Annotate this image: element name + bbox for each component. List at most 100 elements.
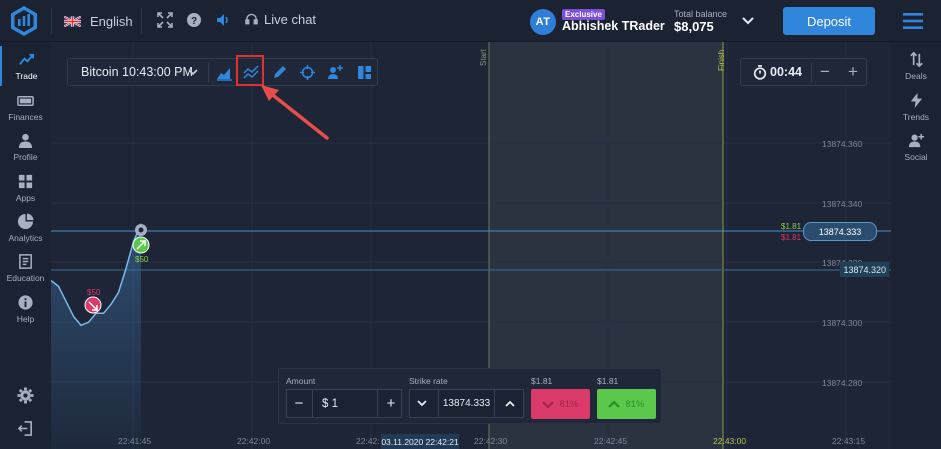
logo-icon[interactable] — [8, 5, 40, 37]
up-percent: 81% — [625, 398, 645, 410]
analytics-icon — [17, 213, 34, 230]
payout-down-label: $1.81 — [781, 233, 802, 242]
divider — [208, 63, 209, 83]
time-tick: 22:41:45 — [118, 436, 152, 446]
arrow-up-icon — [608, 399, 621, 408]
expiration-timer: 00:44 − + — [740, 58, 867, 86]
start-label: Start — [479, 49, 488, 66]
amount-label: Amount — [286, 376, 316, 386]
sidebar-item-label: Analytics — [8, 233, 43, 243]
finances-icon — [17, 95, 34, 106]
info-icon — [18, 295, 33, 310]
balance-label: Total balance — [674, 9, 728, 19]
sidebar-item-apps[interactable]: Apps — [0, 168, 51, 208]
pencil-icon[interactable] — [271, 64, 288, 81]
time-tick-finish: 22:43:00 — [713, 436, 747, 446]
live-chat-label: Live chat — [264, 12, 317, 27]
fullscreen-icon[interactable] — [157, 12, 173, 28]
strike-rate-input[interactable]: 13874.333 — [438, 390, 495, 417]
sidebar-item-profile[interactable]: Profile — [0, 127, 51, 167]
strike-price-tag: 13874.320 — [840, 262, 889, 277]
trade-marker-down[interactable] — [84, 296, 102, 314]
sidebar-item-trade[interactable]: Trade — [0, 46, 51, 86]
up-payout-label: $1.81 — [597, 376, 619, 386]
finish-label: Finish — [717, 49, 726, 71]
time-tick: 22:42:45 — [594, 436, 628, 446]
avatar[interactable]: AT — [530, 9, 556, 35]
add-trader-icon[interactable] — [327, 64, 344, 81]
price-tick: 13874.340 — [822, 199, 863, 209]
stopwatch-icon — [753, 65, 767, 80]
trends-icon — [910, 92, 922, 109]
balance-value[interactable]: $8,075 — [674, 19, 714, 34]
sidebar-item-label: Apps — [15, 193, 36, 203]
price-tick: 13874.280 — [822, 378, 863, 388]
divider — [51, 8, 52, 34]
area-chart-icon[interactable] — [216, 64, 233, 81]
help-icon[interactable]: ? — [186, 12, 202, 28]
price-tick: 13874.360 — [822, 139, 863, 149]
sidebar-item-label: Profile — [13, 152, 38, 162]
layout-icon[interactable] — [356, 64, 373, 81]
sidebar-item-label: Trade — [15, 71, 38, 81]
settings-gear-icon[interactable] — [17, 387, 34, 404]
sidebar-item-analytics[interactable]: Analytics — [0, 208, 51, 248]
amount-input[interactable]: $ 1 — [312, 390, 378, 417]
top-bar: English ? Live chat AT Exclusive Abhishe… — [0, 0, 941, 42]
time-tick: 22:42: — [356, 436, 380, 446]
education-icon — [19, 254, 32, 269]
strike-decrease-button[interactable] — [410, 390, 434, 417]
chevron-down-icon[interactable] — [741, 15, 755, 27]
time-tick: 22:42:30 — [474, 436, 508, 446]
chevron-down-icon[interactable] — [188, 68, 198, 76]
sidebar-item-label: Education — [6, 273, 45, 283]
amount-decrease-button[interactable]: − — [287, 390, 311, 417]
amount-field: − $ 1 + — [286, 389, 402, 418]
sidebar-item-label: Trends — [902, 112, 930, 122]
sidebar-item-trends[interactable]: Trends — [891, 87, 941, 127]
left-sidebar: Trade Finances Profile Apps Analytics Ed… — [0, 42, 51, 449]
uk-flag-icon — [64, 15, 81, 27]
down-payout-label: $1.81 — [531, 376, 553, 386]
sidebar-item-social[interactable]: Social — [891, 127, 941, 167]
language-selector[interactable]: English — [64, 12, 133, 30]
up-button[interactable]: 81% — [597, 389, 656, 419]
arrow-down-icon — [542, 400, 555, 409]
time-tick: 22:42:00 — [237, 436, 271, 446]
user-name[interactable]: Abhishek TRader — [562, 19, 665, 33]
svg-text:?: ? — [191, 16, 197, 27]
timer-increase-button[interactable]: + — [843, 62, 863, 82]
sidebar-item-finances[interactable]: Finances — [0, 87, 51, 127]
sidebar-item-label: Social — [904, 152, 928, 162]
headset-icon — [245, 13, 258, 24]
sidebar-item-education[interactable]: Education — [0, 248, 51, 288]
sidebar-item-help[interactable]: Help — [0, 289, 51, 329]
trade-amount-label: $50 — [87, 288, 101, 297]
price-tick: 13874.300 — [822, 318, 863, 328]
strike-increase-button[interactable] — [498, 390, 522, 417]
deposit-button[interactable]: Deposit — [783, 7, 875, 35]
right-sidebar: Deals Trends Social — [891, 42, 941, 449]
hamburger-menu-icon[interactable] — [903, 12, 923, 30]
amount-increase-button[interactable]: + — [379, 390, 403, 417]
crosshair-icon[interactable] — [299, 64, 316, 81]
sidebar-item-label: Deals — [905, 71, 927, 81]
apps-icon — [18, 174, 33, 189]
sidebar-item-label: Help — [16, 314, 35, 324]
divider — [141, 8, 142, 34]
sound-icon[interactable] — [215, 12, 231, 28]
sidebar-item-deals[interactable]: Deals — [891, 46, 941, 86]
down-button[interactable]: 81% — [531, 389, 590, 419]
cursor-date-label: 03.11.2020 22:42:21 — [381, 434, 459, 449]
language-label: English — [90, 13, 133, 29]
live-chat-button[interactable]: Live chat — [245, 12, 316, 27]
timer-value[interactable]: 00:44 — [770, 65, 802, 79]
logout-icon[interactable] — [17, 420, 34, 437]
timer-decrease-button[interactable]: − — [815, 62, 835, 82]
payout-up-label: $1.81 — [781, 222, 802, 231]
trade-panel: Amount − $ 1 + Strike rate 13874.333 $1.… — [278, 368, 662, 424]
asset-selector[interactable]: Bitcoin 10:43:00 PM — [81, 65, 193, 79]
trade-icon — [19, 53, 35, 65]
trade-amount-label: $50 — [135, 255, 149, 264]
social-icon — [908, 133, 924, 148]
